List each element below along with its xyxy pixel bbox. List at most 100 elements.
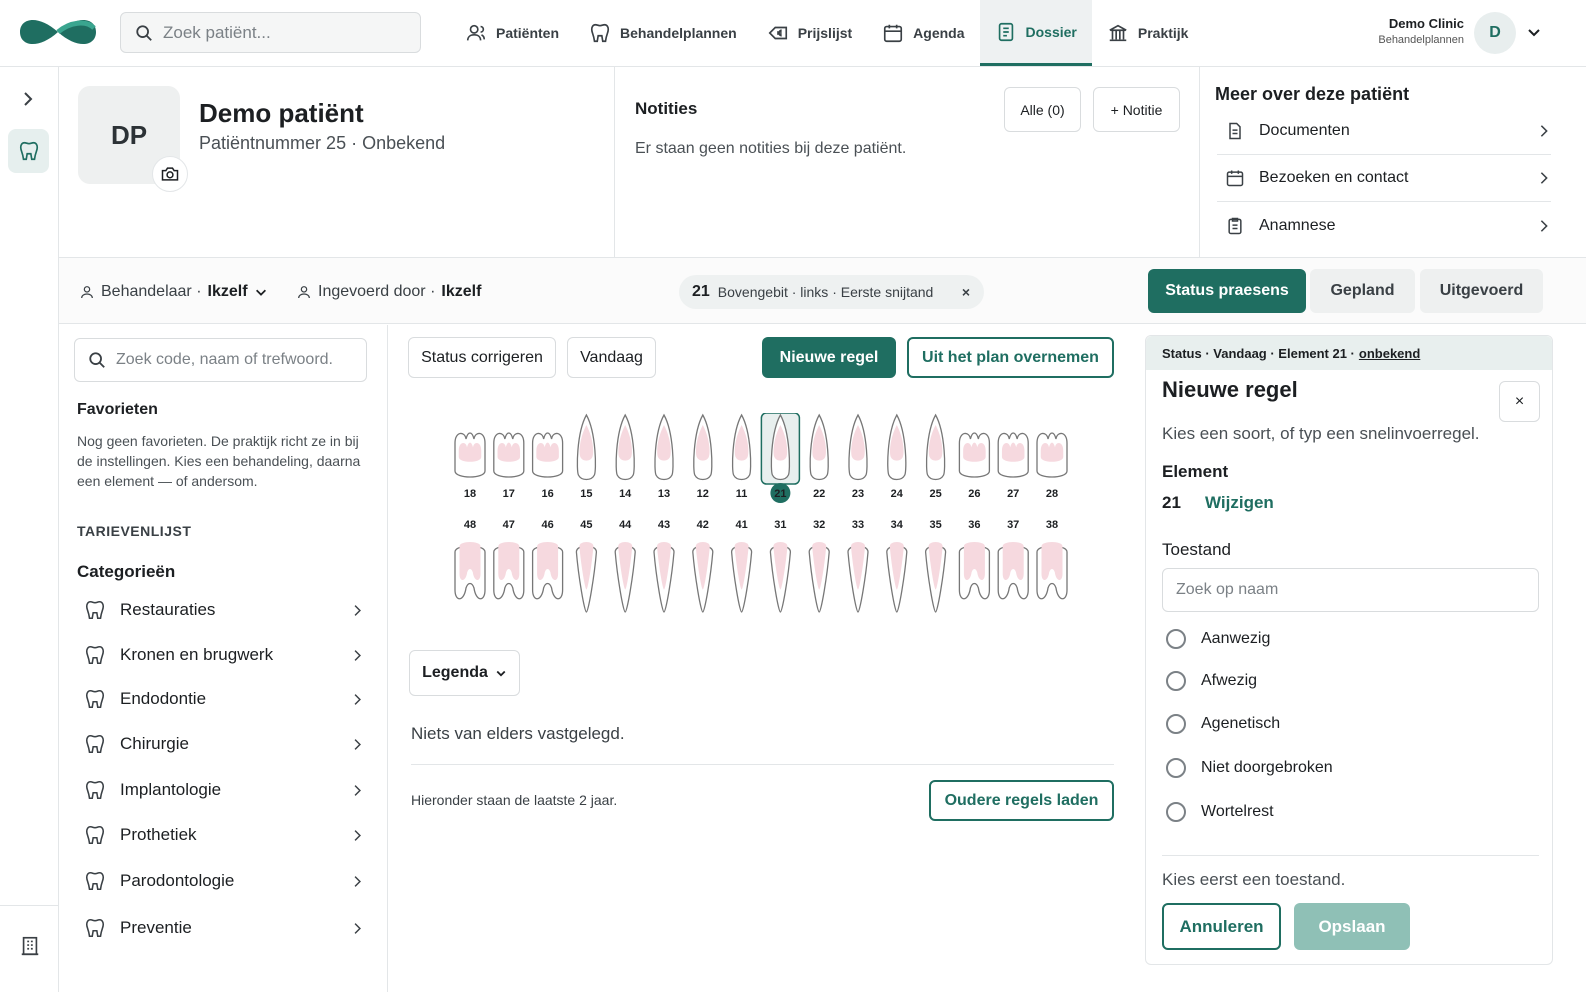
category-label: Kronen en brugwerk [120,645,274,664]
tooth-18[interactable]: 18 [454,432,486,500]
nav-agenda[interactable]: Agenda [867,0,979,66]
condition-option-niet-doorgebroken[interactable]: Niet doorgebroken [1166,758,1333,778]
new-line-button[interactable]: Nieuwe regel [762,337,896,378]
upload-photo-button[interactable] [152,156,188,192]
code-search-input[interactable]: Zoek code, naam of trefwoord. [74,338,367,382]
condition-option-label: Agenetisch [1201,715,1281,732]
tooth-27[interactable]: 27 [997,432,1029,500]
save-button[interactable]: Opslaan [1294,903,1410,950]
tooth-26[interactable]: 26 [958,432,991,500]
tooth-number: 31 [774,519,786,531]
condition-search-input[interactable]: Zoek op naam [1162,568,1539,612]
tooth-32[interactable]: 32 [808,519,830,613]
link-bezoeken[interactable]: Bezoeken en contact [1217,155,1551,202]
user-avatar[interactable]: D [1474,12,1516,54]
tooth-35[interactable]: 35 [924,519,947,613]
category-endodontie[interactable]: Endodontie [84,684,364,714]
category-preventie[interactable]: Preventie [84,913,364,943]
category-parodontologie[interactable]: Parodontologie [84,866,364,896]
nav-label: Dossier [1025,23,1077,40]
tooth-36[interactable]: 36 [958,519,991,600]
tooth-31[interactable]: 31 [769,519,792,613]
category-implantologie[interactable]: Implantologie [84,775,364,805]
patient-search-input[interactable]: Zoek patiënt... [120,12,421,53]
tab-uitgevoerd[interactable]: Uitgevoerd [1420,269,1543,313]
rail-practice-button[interactable] [0,905,59,985]
tooth-11[interactable]: 11 [731,413,752,500]
nav-behandelplannen[interactable]: Behandelplannen [574,0,752,66]
tooth-number: 32 [813,519,825,531]
tooth-22[interactable]: 22 [809,413,829,500]
link-anamnese[interactable]: Anamnese [1217,202,1551,249]
favorites-empty-text: Nog geen favorieten. De praktijk richt z… [77,433,361,489]
tooth-37[interactable]: 37 [997,519,1029,600]
clinic-info[interactable]: Demo Clinic Behandelplannen [1378,16,1464,46]
radio-circle[interactable] [1166,629,1186,649]
status-correct-button[interactable]: Status corrigeren [408,337,556,378]
tooth-24[interactable]: 24 [887,413,907,500]
tooth-44[interactable]: 44 [614,519,636,613]
tooth-16[interactable]: 16 [531,432,564,500]
tooth-34[interactable]: 34 [886,519,908,613]
condition-option-wortelrest[interactable]: Wortelrest [1166,802,1274,822]
link-documenten[interactable]: Documenten [1217,108,1551,155]
tooth-number: 25 [929,488,941,500]
tooth-chart[interactable]: 18 17 16 15 14 13 12 11 21 22 23 24 25 26 27 28 48 47 46 45… [444,413,1084,618]
cancel-button[interactable]: Annuleren [1162,903,1281,950]
radio-circle[interactable] [1166,802,1186,822]
today-button[interactable]: Vandaag [567,337,656,378]
tooth-25[interactable]: 25 [925,413,946,500]
tooth-43[interactable]: 43 [653,519,675,613]
condition-option-agenetisch[interactable]: Agenetisch [1166,714,1280,734]
tooth-33[interactable]: 33 [847,519,869,613]
tooth-38[interactable]: 38 [1036,519,1068,600]
add-note-button[interactable]: + Notitie [1093,87,1180,132]
condition-option-afwezig[interactable]: Afwezig [1166,671,1257,691]
tooth-14[interactable]: 14 [615,413,635,500]
chip-close-icon[interactable]: × [962,284,970,300]
condition-option-aanwezig[interactable]: Aanwezig [1166,629,1270,649]
crumb-state[interactable]: onbekend [1359,346,1420,361]
tooth-42[interactable]: 42 [692,519,714,613]
chevron-down-icon[interactable] [1526,24,1542,40]
tooth-28[interactable]: 28 [1036,432,1068,500]
tooth-41[interactable]: 41 [730,519,753,613]
take-from-plan-button[interactable]: Uit het plan overnemen [907,337,1114,378]
category-restauraties[interactable]: Restauraties [84,595,364,625]
tooth-12[interactable]: 12 [693,413,713,500]
legend-dropdown[interactable]: Legenda [409,650,520,696]
treater-filter[interactable]: Behandelaar · Ikzelf [79,258,268,325]
change-element-link[interactable]: Wijzigen [1205,493,1274,513]
tooth-23[interactable]: 23 [848,413,868,500]
close-button[interactable]: × [1499,381,1540,422]
tooth-45[interactable]: 45 [575,519,598,613]
load-older-lines-button[interactable]: Oudere regels laden [929,780,1114,821]
tab-gepland[interactable]: Gepland [1310,269,1415,313]
tooth-17[interactable]: 17 [493,432,525,500]
category-kronen-en-brugwerk[interactable]: Kronen en brugwerk [84,640,364,670]
condition-option-label: Wortelrest [1201,803,1274,820]
tooth-21[interactable]: 21 [760,413,801,503]
tooth-13[interactable]: 13 [654,413,674,500]
nav-prijslijst[interactable]: Prijslijst [752,0,867,66]
tooth-pulp [536,442,559,462]
tooth-number: 42 [697,519,709,531]
entered-by-filter[interactable]: Ingevoerd door · Ikzelf [296,258,481,325]
rail-dentition-button[interactable] [8,129,49,173]
nav-dossier[interactable]: Dossier [979,0,1092,66]
category-prothetiek[interactable]: Prothetiek [84,820,364,850]
chevron-right-icon[interactable] [18,89,38,109]
tooth-48[interactable]: 48 [454,519,486,600]
radio-circle[interactable] [1166,758,1186,778]
nav-patienten[interactable]: Patiënten [450,0,574,66]
tooth-46[interactable]: 46 [531,519,564,600]
radio-circle[interactable] [1166,714,1186,734]
nav-praktijk[interactable]: Praktijk [1092,0,1204,66]
app-logo[interactable] [16,12,100,52]
all-notes-button[interactable]: Alle (0) [1004,87,1081,132]
radio-circle[interactable] [1166,671,1186,691]
tab-status-praesens[interactable]: Status praesens [1148,269,1306,313]
category-chirurgie[interactable]: Chirurgie [84,729,364,759]
tooth-15[interactable]: 15 [576,413,597,500]
tooth-47[interactable]: 47 [493,519,525,600]
